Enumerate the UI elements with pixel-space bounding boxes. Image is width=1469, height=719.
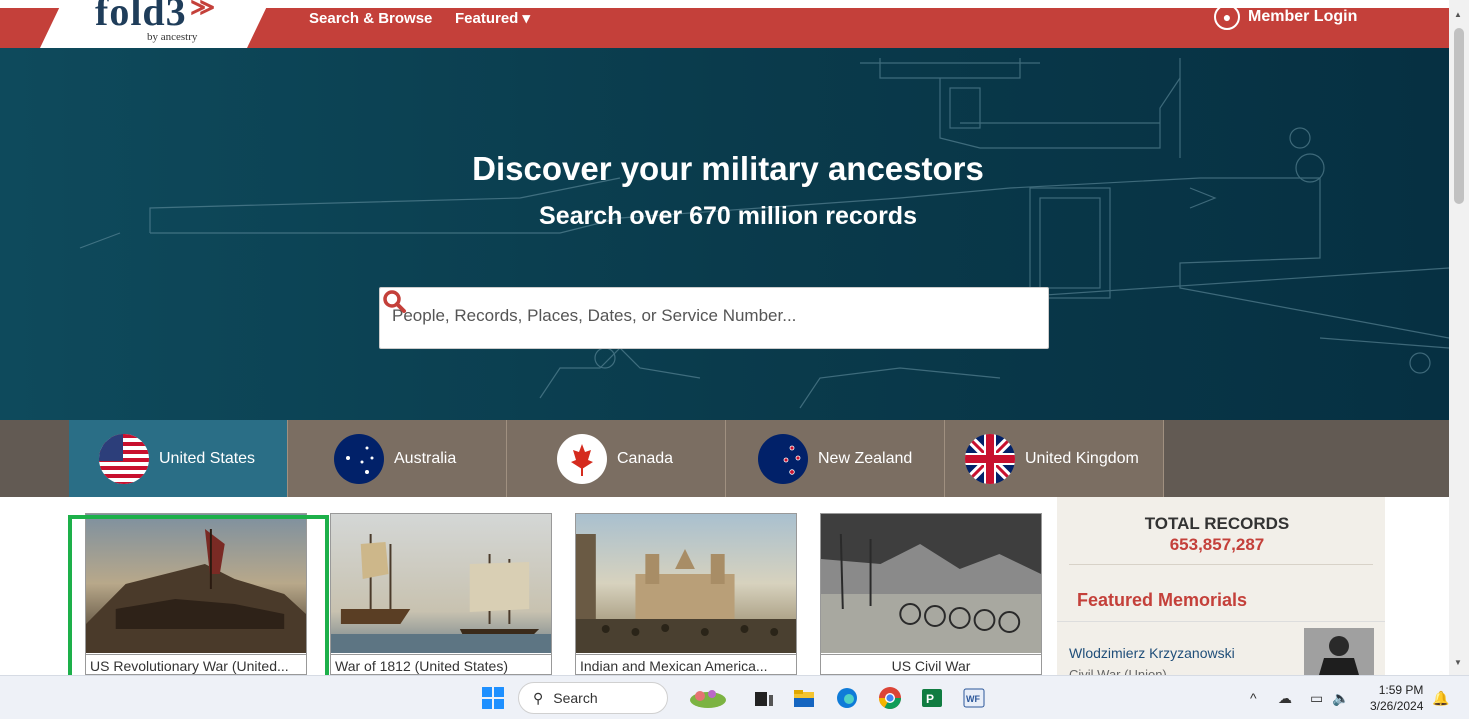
search-box <box>379 287 1049 349</box>
collection-card-indian-mexican-wars[interactable]: Indian and Mexican America... <box>575 513 797 675</box>
tab-label: United States <box>159 449 256 467</box>
volume-icon[interactable]: 🔈 <box>1332 690 1349 707</box>
chrome-browser-icon[interactable] <box>878 686 902 710</box>
taskbar-search-label: Search <box>553 690 598 706</box>
featured-memorials-title: Featured Memorials <box>1077 590 1248 610</box>
divider <box>1057 621 1385 622</box>
total-records-count: 653,857,287 <box>1169 535 1265 554</box>
edge-browser-icon[interactable] <box>835 686 859 710</box>
memorial-subtitle: Civil War (Union) <box>1069 667 1167 675</box>
search-icon: ⚲ <box>533 689 544 706</box>
svg-text:P: P <box>926 692 934 706</box>
canada-flag-icon <box>557 433 607 484</box>
logo-byline: by ancestry <box>147 31 198 43</box>
tab-canada[interactable]: Canada <box>507 420 726 497</box>
member-login-button[interactable]: ● Member Login <box>1214 4 1357 30</box>
new-zealand-flag-icon <box>758 433 808 484</box>
country-tabs: United States Australia Canada New Zeala… <box>0 420 1449 497</box>
windows-taskbar: ⚲ Search P WF ^ ☁ ▭ 🔈 1:59 PM 3/26/2024 … <box>0 675 1469 719</box>
tab-australia[interactable]: Australia <box>288 420 507 497</box>
us-flag-icon <box>99 433 149 484</box>
logo-wordmark: fold3 <box>95 0 187 34</box>
project-app-icon[interactable]: P <box>920 686 944 710</box>
tab-united-kingdom[interactable]: United Kingdom <box>945 420 1164 497</box>
tab-label: Australia <box>394 449 457 467</box>
taskbar-search[interactable]: ⚲ Search <box>518 682 668 714</box>
windows-start-icon[interactable] <box>481 686 505 710</box>
collection-caption: Indian and Mexican America... <box>576 654 796 674</box>
onedrive-icon[interactable]: ☁ <box>1278 690 1292 707</box>
network-icon[interactable]: ▭ <box>1310 690 1323 707</box>
tank-line-art <box>79 58 1449 409</box>
user-icon: ● <box>1214 4 1240 30</box>
total-records-label: TOTAL RECORDS <box>1144 514 1290 533</box>
logo-chevron-icon: ≫ <box>190 0 216 21</box>
memorial-link[interactable]: Wlodzimierz Krzyzanowski <box>1069 645 1235 661</box>
collection-image <box>331 514 551 653</box>
search-input[interactable] <box>392 306 992 326</box>
tray-overflow-chevron-icon[interactable]: ^ <box>1250 690 1257 706</box>
records-sidebar: TOTAL RECORDS 653,857,287 Featured Memor… <box>1057 497 1385 675</box>
search-icon[interactable] <box>380 288 408 316</box>
collection-caption: US Civil War <box>821 654 1041 674</box>
widgets-icon[interactable] <box>688 686 728 710</box>
hero-subtitle: Search over 670 million records <box>539 202 917 230</box>
clock-time: 1:59 PM <box>1378 683 1424 697</box>
tab-label: New Zealand <box>818 449 913 467</box>
tab-united-states[interactable]: United States <box>69 420 288 497</box>
hero-banner: Discover your military ancestors Search … <box>0 48 1449 420</box>
word-app-icon[interactable]: WF <box>962 686 986 710</box>
collection-caption: War of 1812 (United States) <box>331 654 551 674</box>
file-explorer-icon[interactable] <box>792 686 816 710</box>
system-clock[interactable]: 1:59 PM 3/26/2024 <box>1370 682 1423 714</box>
collection-card-us-civil-war[interactable]: US Civil War <box>820 513 1042 675</box>
nav-featured-menu[interactable]: Featured ▾ <box>455 10 530 28</box>
collection-image <box>576 514 796 653</box>
collection-card-war-of-1812[interactable]: War of 1812 (United States) <box>330 513 552 675</box>
tab-label: Canada <box>617 449 674 467</box>
collection-image <box>821 514 1041 653</box>
page-scrollbar[interactable]: ▲ ▼ <box>1449 0 1469 675</box>
memorial-photo[interactable] <box>1304 628 1374 675</box>
scroll-thumb[interactable] <box>1454 28 1464 204</box>
clock-date: 3/26/2024 <box>1370 699 1424 713</box>
australia-flag-icon <box>334 433 384 484</box>
task-view-icon[interactable] <box>752 686 776 710</box>
divider <box>1069 564 1373 565</box>
tab-new-zealand[interactable]: New Zealand <box>726 420 945 497</box>
tab-label: United Kingdom <box>1025 449 1139 467</box>
hero-title: Discover your military ancestors <box>472 150 984 187</box>
nav-search-browse[interactable]: Search & Browse <box>309 10 432 28</box>
svg-text:WF: WF <box>966 694 980 704</box>
notification-bell-icon[interactable]: 🔔 <box>1432 690 1449 707</box>
member-login-label: Member Login <box>1248 8 1358 25</box>
uk-flag-icon <box>965 433 1015 484</box>
selection-highlight <box>68 515 329 685</box>
scroll-up-arrow-icon[interactable]: ▲ <box>1454 10 1462 19</box>
scroll-down-arrow-icon[interactable]: ▼ <box>1454 658 1462 667</box>
